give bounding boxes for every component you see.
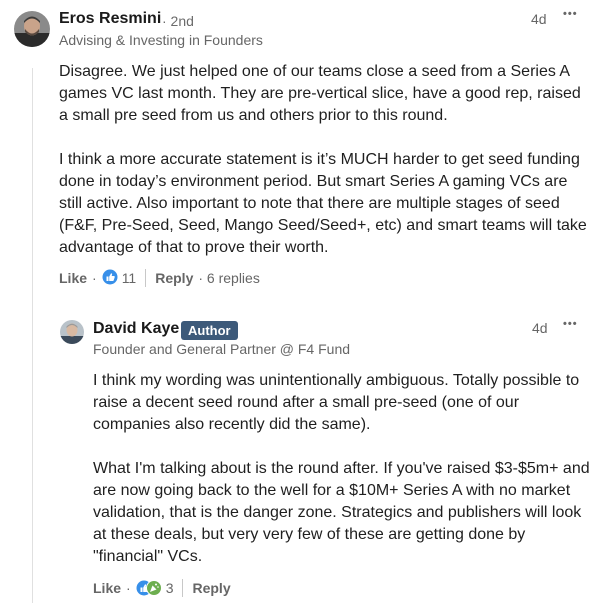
comment-paragraph: Disagree. We just helped one of our team… [59,63,581,124]
avatar-david-kaye[interactable] [60,320,84,344]
more-options-button[interactable]: ••• [563,318,578,330]
separator-dot: · [126,580,131,596]
reaction-count[interactable]: 11 [122,270,137,286]
author-headline: Founder and General Partner @ F4 Fund [93,341,351,357]
avatar-eros-resmini[interactable] [14,11,50,47]
author-name[interactable]: Eros Resmini [59,10,161,28]
reply-button[interactable]: Reply [192,580,230,596]
celebrate-icon [145,580,162,596]
author-headline: Advising & Investing in Founders [59,32,263,48]
more-options-button[interactable]: ••• [563,8,578,20]
reply-paragraph: I think my wording was unintentionally a… [93,372,580,433]
author-badge: Author [181,321,238,340]
reply-body: I think my wording was unintentionally a… [93,370,593,568]
reaction-icons[interactable] [136,580,162,596]
reply-paragraph: What I'm talking about is the round afte… [93,460,590,565]
reaction-count[interactable]: 3 [166,580,174,596]
comment-timestamp: 4d [531,11,547,27]
separator-dot: · [92,270,97,286]
replies-count-link[interactable]: · 6 replies [198,270,259,286]
reply-actions: Like · 3 Reply [93,578,231,598]
thread-line [32,68,33,603]
author-name[interactable]: David Kaye [93,320,179,338]
comment-actions: Like · 11 Reply · 6 replies [59,268,260,288]
like-thumb-icon[interactable] [102,269,118,288]
comment-paragraph: I think a more accurate statement is it’… [59,151,587,256]
like-button[interactable]: Like [93,580,121,596]
actions-divider [145,269,147,287]
avatar-photo-icon [14,11,50,47]
connection-degree: · 2nd [162,13,194,29]
reply-button[interactable]: Reply [155,270,193,286]
like-button[interactable]: Like [59,270,87,286]
comment-body: Disagree. We just helped one of our team… [59,61,594,259]
avatar-photo-icon [60,320,84,344]
comment-timestamp: 4d [532,320,548,336]
actions-divider [182,579,184,597]
